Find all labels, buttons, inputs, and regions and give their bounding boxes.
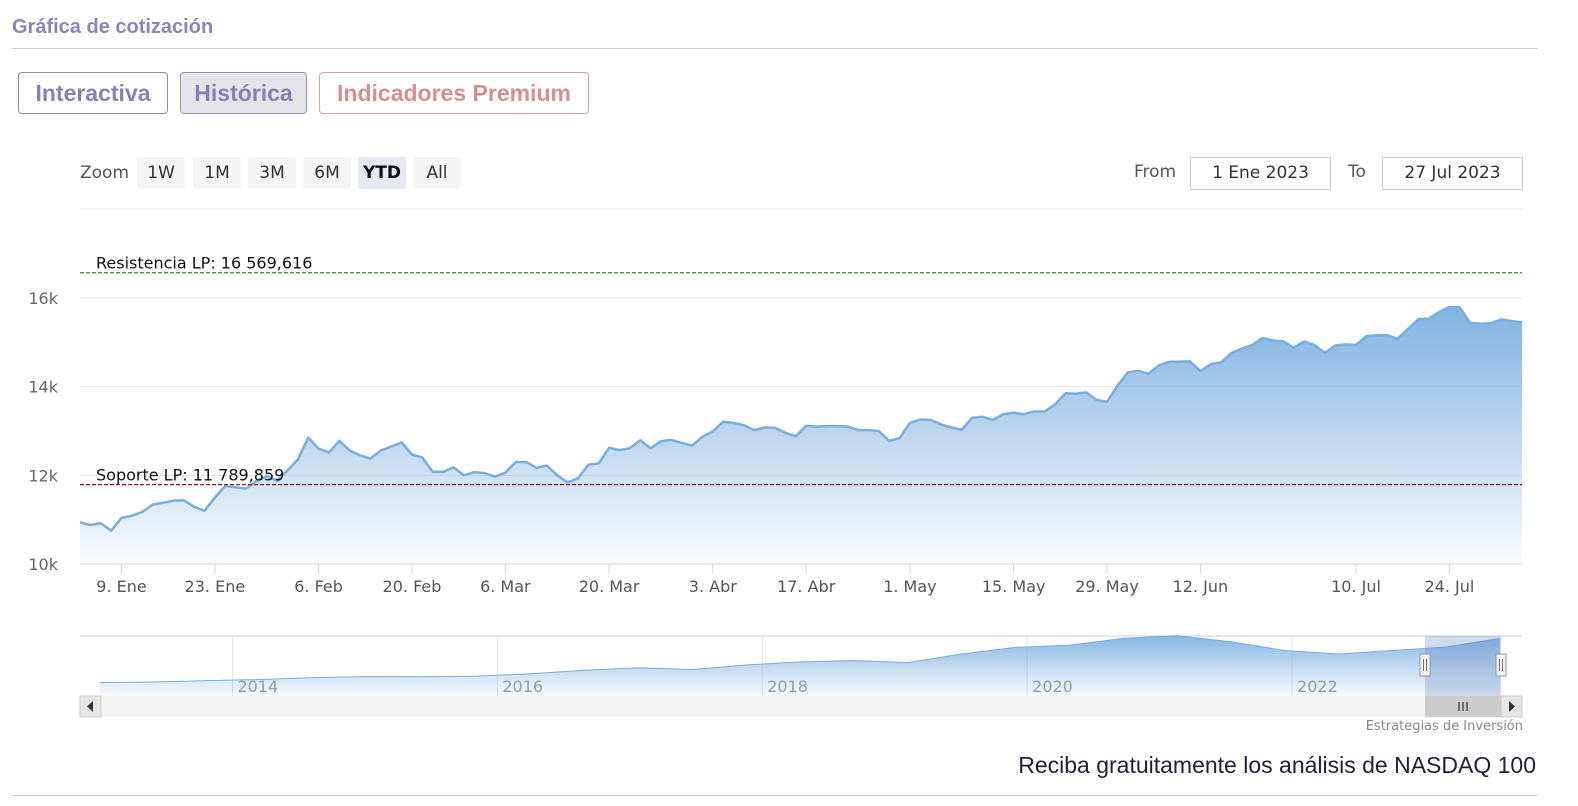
navigator-line (99, 635, 1501, 683)
price-line (79, 305, 1523, 533)
chart-credit[interactable]: Estrategias de Inversión (1366, 719, 1523, 734)
zoom-1m-button[interactable]: 1M (193, 157, 241, 189)
zoom-label: Zoom (80, 163, 130, 183)
navigator-handle-left[interactable] (1419, 653, 1431, 677)
tab-indicadores-premium[interactable]: Indicadores Premium (319, 72, 589, 114)
zoom-3m-button[interactable]: 3M (248, 157, 296, 189)
from-label: From (1134, 162, 1177, 182)
arrow-left-icon (87, 701, 93, 712)
y-tick-label: 14k (28, 378, 58, 397)
scroll-left-button[interactable] (79, 695, 102, 718)
resistance-label: Resistencia LP: 16 569,616 (96, 254, 312, 273)
zoom-all-button[interactable]: All (413, 157, 461, 189)
x-tick-label: 12. Jun (1173, 577, 1229, 596)
navigator-area (100, 635, 1500, 696)
y-tick-label: 10k (28, 555, 58, 574)
scroll-right-button[interactable] (1500, 695, 1523, 718)
subscribe-cta[interactable]: Reciba gratuitamente los análisis de NAS… (1018, 752, 1536, 779)
to-date-input[interactable]: 27 Jul 2023 (1382, 157, 1523, 190)
scrollbar-track[interactable] (80, 696, 1522, 717)
tab-interactiva[interactable]: Interactiva (18, 72, 168, 114)
arrow-right-icon (1509, 701, 1515, 712)
tab-historica[interactable]: Histórica (180, 72, 307, 114)
x-tick-label: 17. Abr (777, 577, 836, 596)
x-tick-label: 20. Feb (383, 577, 442, 596)
x-tick-label: 15. May (982, 577, 1046, 596)
x-tick-label: 24. Jul (1424, 577, 1474, 596)
y-tick-label: 12k (28, 466, 58, 485)
x-tick-label: 23. Ene (185, 577, 246, 596)
navigator-year-label: 2016 (502, 677, 543, 696)
x-tick-label: 1. May (883, 577, 936, 596)
y-tick-label: 16k (28, 289, 58, 308)
zoom-ytd-button[interactable]: YTD (358, 157, 406, 189)
x-tick-label: 9. Ene (96, 577, 146, 596)
title-divider (12, 48, 1538, 49)
to-label: To (1348, 162, 1366, 182)
x-tick-label: 6. Mar (480, 577, 531, 596)
support-label: Soporte LP: 11 789,859 (96, 466, 284, 485)
navigator-year-label: 2018 (767, 677, 808, 696)
zoom-6m-button[interactable]: 6M (303, 157, 351, 189)
scrollbar-thumb[interactable] (1425, 696, 1501, 717)
x-tick-label: 10. Jul (1331, 577, 1381, 596)
x-tick-label: 20. Mar (579, 577, 640, 596)
navigator-year-label: 2020 (1032, 677, 1073, 696)
navigator-handle-right[interactable] (1495, 653, 1507, 677)
x-tick-label: 29. May (1075, 577, 1139, 596)
from-date-input[interactable]: 1 Ene 2023 (1190, 157, 1331, 190)
zoom-1w-button[interactable]: 1W (137, 157, 185, 189)
section-title: Gráfica de cotización (12, 16, 214, 38)
navigator-year-label: 2022 (1297, 677, 1338, 696)
x-tick-label: 6. Feb (294, 577, 343, 596)
navigator-selection (1425, 636, 1501, 696)
x-tick-label: 3. Abr (689, 577, 737, 596)
navigator-year-label: 2014 (237, 677, 278, 696)
price-chart: 10k 12k 14k 16k Resistencia LP: 16 569,616 S… (28, 208, 1523, 718)
price-area (80, 306, 1522, 564)
bottom-divider (12, 795, 1538, 796)
